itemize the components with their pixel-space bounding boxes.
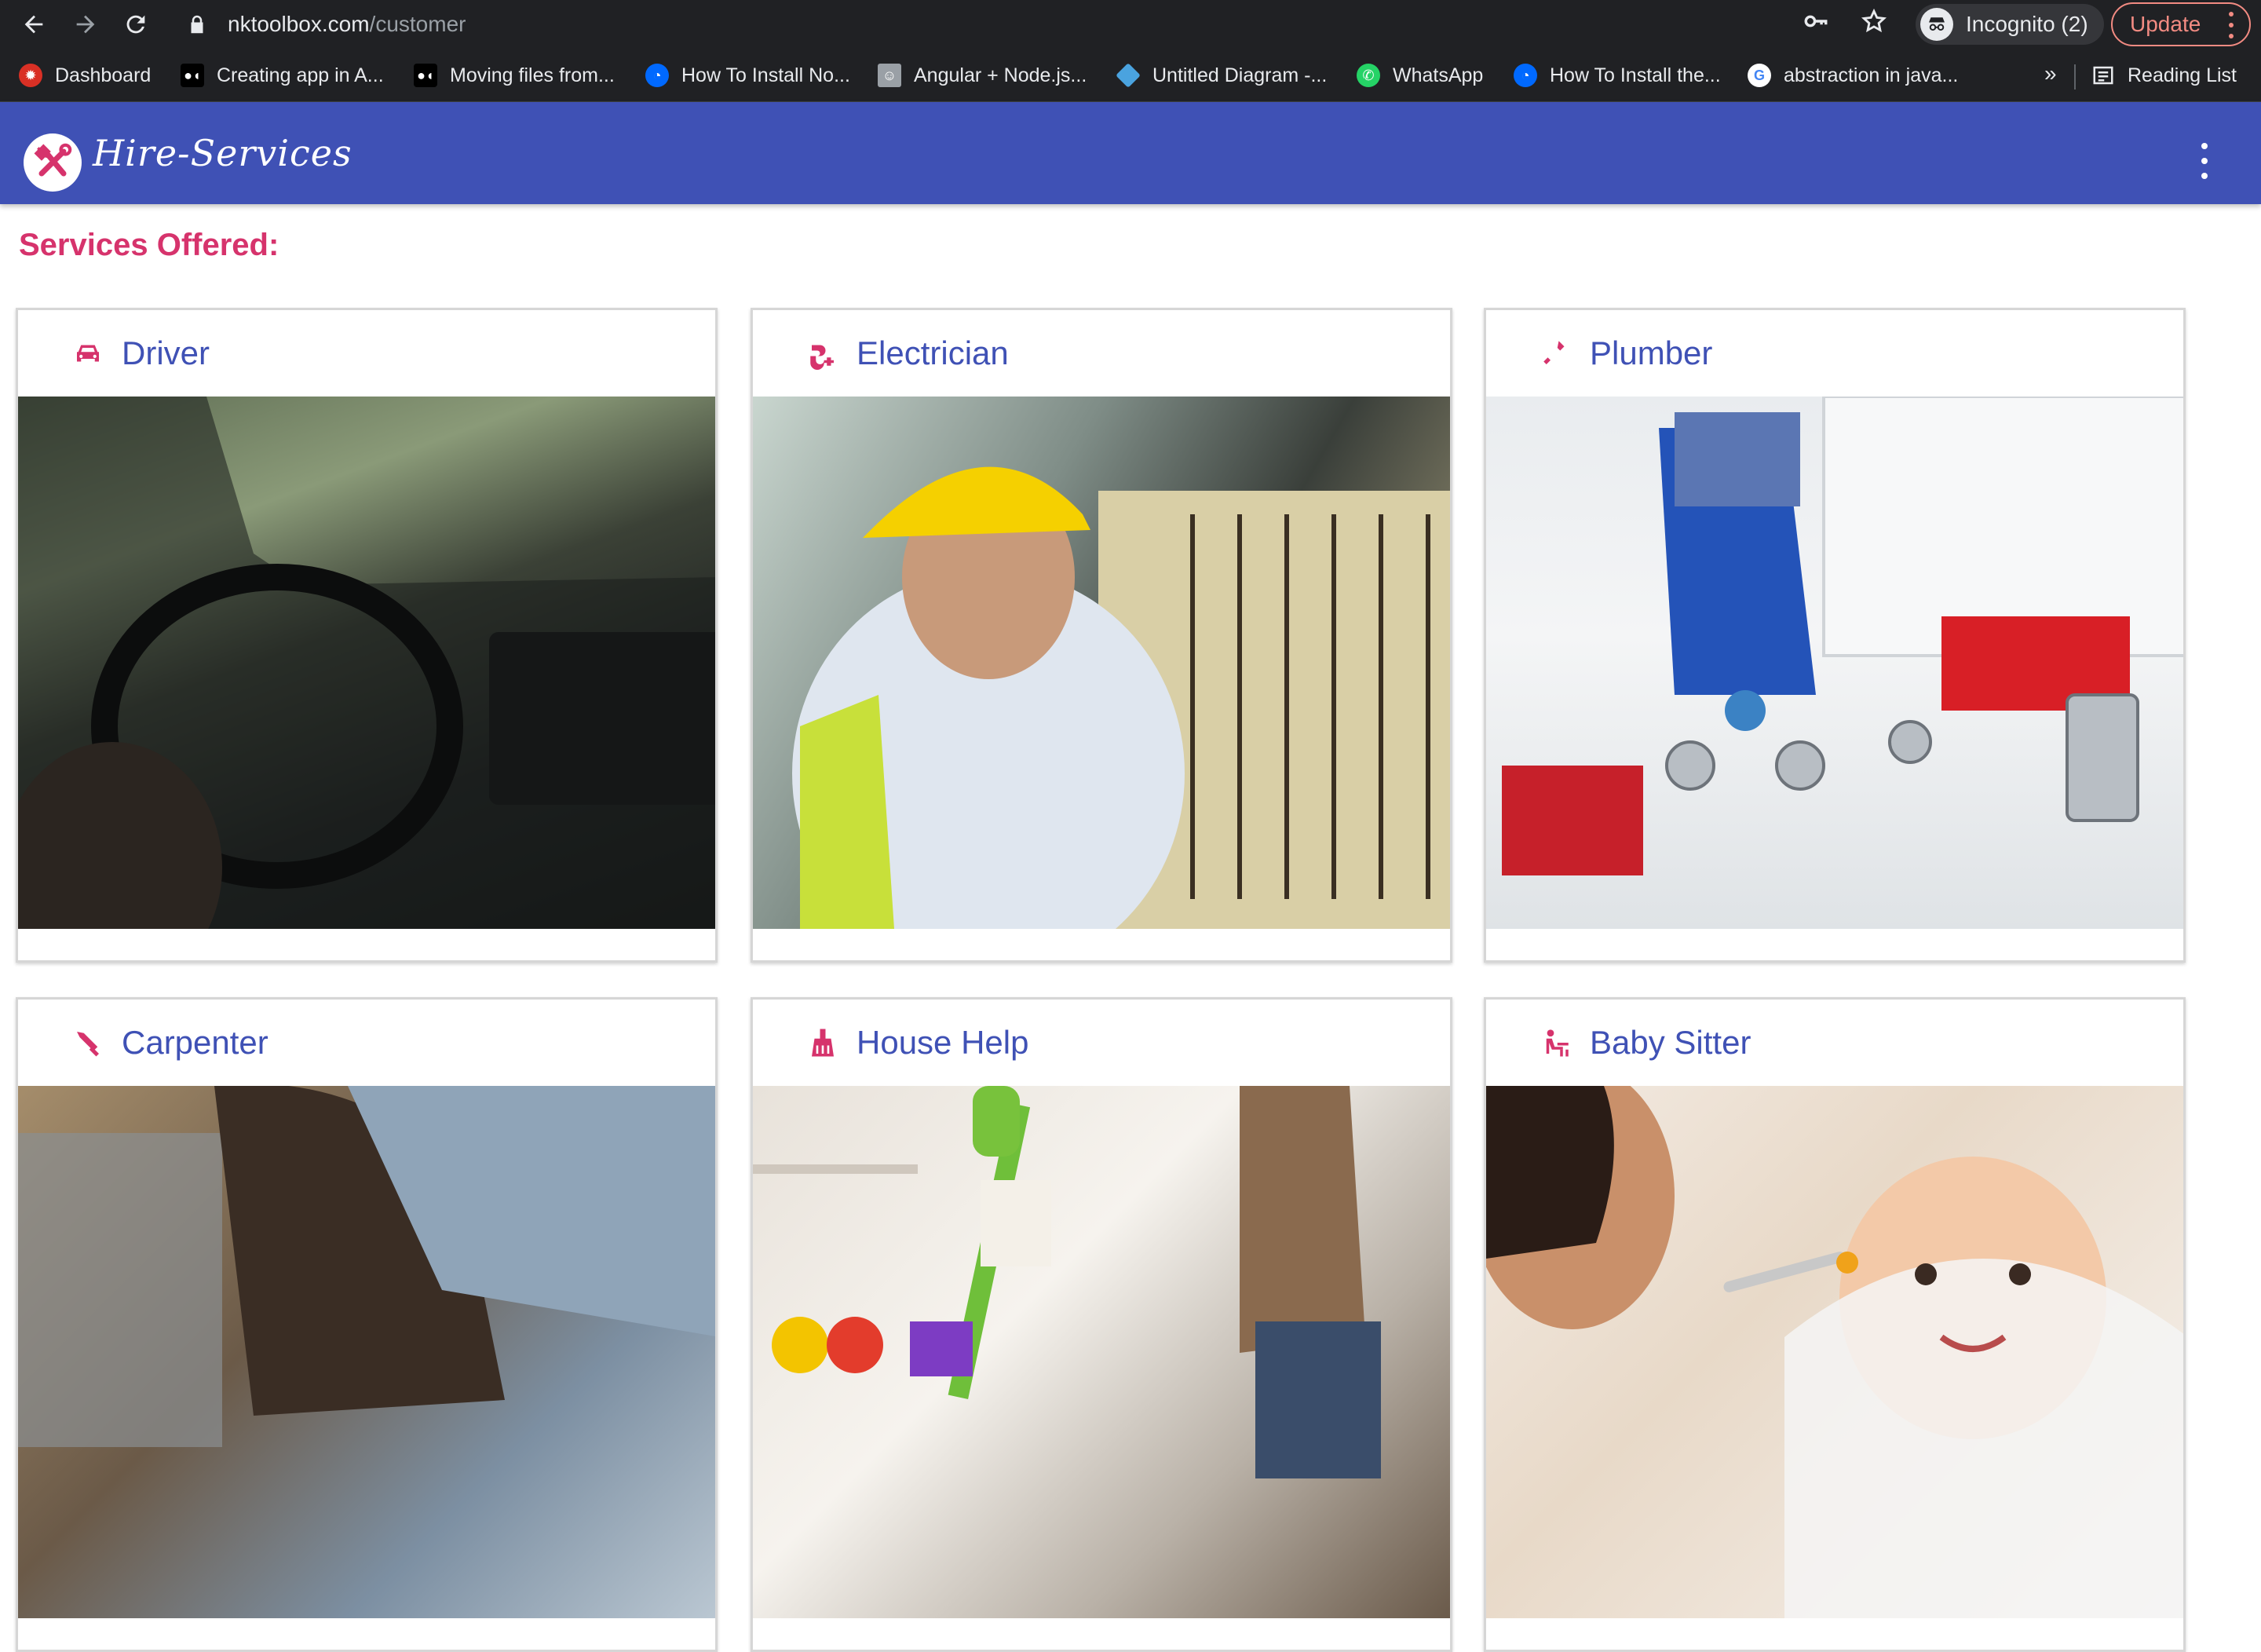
star-icon[interactable] — [1861, 8, 1887, 35]
card-header: Baby Sitter — [1486, 1000, 2183, 1086]
bookmark-install-node[interactable]: ◔ How To Install No... — [645, 60, 850, 91]
digitalocean-icon: ◔ — [1514, 64, 1537, 87]
card-header: Plumber — [1486, 310, 2183, 397]
bookmark-angular-node[interactable]: ☺ Angular + Node.js... — [878, 60, 1087, 91]
logo[interactable] — [24, 133, 82, 192]
browser-toolbar: nktoolbox.com/customer Incognito (2) Upd… — [0, 0, 2261, 49]
whatsapp-icon: ✆ — [1357, 64, 1380, 87]
bookmarks-bar: ✹ Dashboard ●◖ Creating app in A... ●◖ M… — [0, 49, 2261, 102]
service-card-baby-sitter[interactable]: Baby Sitter — [1484, 997, 2186, 1652]
reading-list-button[interactable]: Reading List — [2091, 60, 2237, 91]
bookmark-whatsapp[interactable]: ✆ WhatsApp — [1357, 60, 1483, 91]
incognito-label: Incognito (2) — [1966, 12, 2088, 36]
incognito-icon — [1920, 8, 1953, 41]
url-path: /customer — [369, 12, 466, 36]
card-header: House Help — [753, 1000, 1450, 1086]
medium-icon: ●◖ — [414, 64, 437, 87]
medium-icon: ●◖ — [181, 64, 204, 87]
arrow-left-icon — [24, 15, 43, 34]
card-title: Electrician — [857, 334, 1009, 371]
bookmark-dashboard[interactable]: ✹ Dashboard — [19, 60, 151, 91]
card-title: Baby Sitter — [1590, 1024, 1751, 1061]
carpenter-photo — [18, 1086, 715, 1618]
overflow-menu-icon[interactable] — [2195, 143, 2214, 179]
more-vert-icon — [2229, 12, 2235, 38]
bookmarks-divider — [2074, 64, 2076, 90]
back-button[interactable] — [16, 6, 52, 42]
brand-title[interactable]: Hire-Services — [93, 132, 352, 174]
card-title: Carpenter — [122, 1024, 268, 1061]
page-title: Services Offered: — [19, 228, 279, 262]
url-host: nktoolbox.com — [228, 12, 370, 36]
service-card-driver[interactable]: Driver — [16, 308, 718, 963]
reading-list-icon — [2093, 66, 2113, 85]
card-title: Plumber — [1590, 334, 1713, 371]
baby-icon — [1546, 1029, 1569, 1057]
driver-photo — [18, 397, 715, 929]
forward-button[interactable] — [68, 6, 104, 42]
service-card-electrician[interactable]: Electrician — [751, 308, 1452, 963]
red-app-icon: ✹ — [19, 64, 42, 87]
incognito-profile-button[interactable]: Incognito (2) — [1916, 4, 2104, 45]
electrician-photo — [753, 397, 1450, 929]
update-label: Update — [2130, 12, 2201, 36]
bookmark-moving-files[interactable]: ●◖ Moving files from... — [414, 60, 615, 91]
bookmark-abstraction-java[interactable]: G abstraction in java... — [1748, 60, 1958, 91]
bookmark-creating-app[interactable]: ●◖ Creating app in A... — [181, 60, 384, 91]
plumber-photo — [1486, 397, 2183, 929]
wrench-icon — [1543, 341, 1565, 364]
address-bar[interactable]: nktoolbox.com/customer — [170, 2, 1881, 47]
avatar-icon: ☺ — [878, 64, 901, 87]
baby-sitter-photo — [1486, 1086, 2183, 1618]
service-card-house-help[interactable]: House Help — [751, 997, 1452, 1652]
tools-icon — [34, 143, 72, 177]
update-button[interactable]: Update — [2111, 2, 2251, 46]
plug-icon — [810, 345, 834, 370]
google-icon: G — [1748, 64, 1771, 87]
bookmark-install-the[interactable]: ◔ How To Install the... — [1514, 60, 1721, 91]
house-help-photo — [753, 1086, 1450, 1618]
car-icon — [77, 345, 99, 362]
key-icon[interactable] — [1803, 8, 1829, 35]
drawio-icon — [1116, 63, 1141, 88]
card-title: House Help — [857, 1024, 1029, 1061]
more-bookmarks-button[interactable]: » — [2044, 61, 2057, 86]
card-header: Electrician — [753, 310, 1450, 397]
card-title: Driver — [122, 334, 210, 371]
card-header: Driver — [18, 310, 715, 397]
bookmark-untitled-diagram[interactable]: Untitled Diagram -... — [1116, 60, 1327, 91]
reload-icon — [126, 15, 145, 34]
broom-icon — [812, 1029, 834, 1057]
service-card-carpenter[interactable]: Carpenter — [16, 997, 718, 1652]
lock-icon — [191, 15, 203, 34]
digitalocean-icon: ◔ — [645, 64, 669, 87]
arrow-right-icon — [76, 15, 95, 34]
hammer-icon — [77, 1032, 99, 1057]
reload-button[interactable] — [118, 6, 154, 42]
app-header: Hire-Services — [0, 102, 2261, 204]
service-card-plumber[interactable]: Plumber — [1484, 308, 2186, 963]
card-header: Carpenter — [18, 1000, 715, 1086]
